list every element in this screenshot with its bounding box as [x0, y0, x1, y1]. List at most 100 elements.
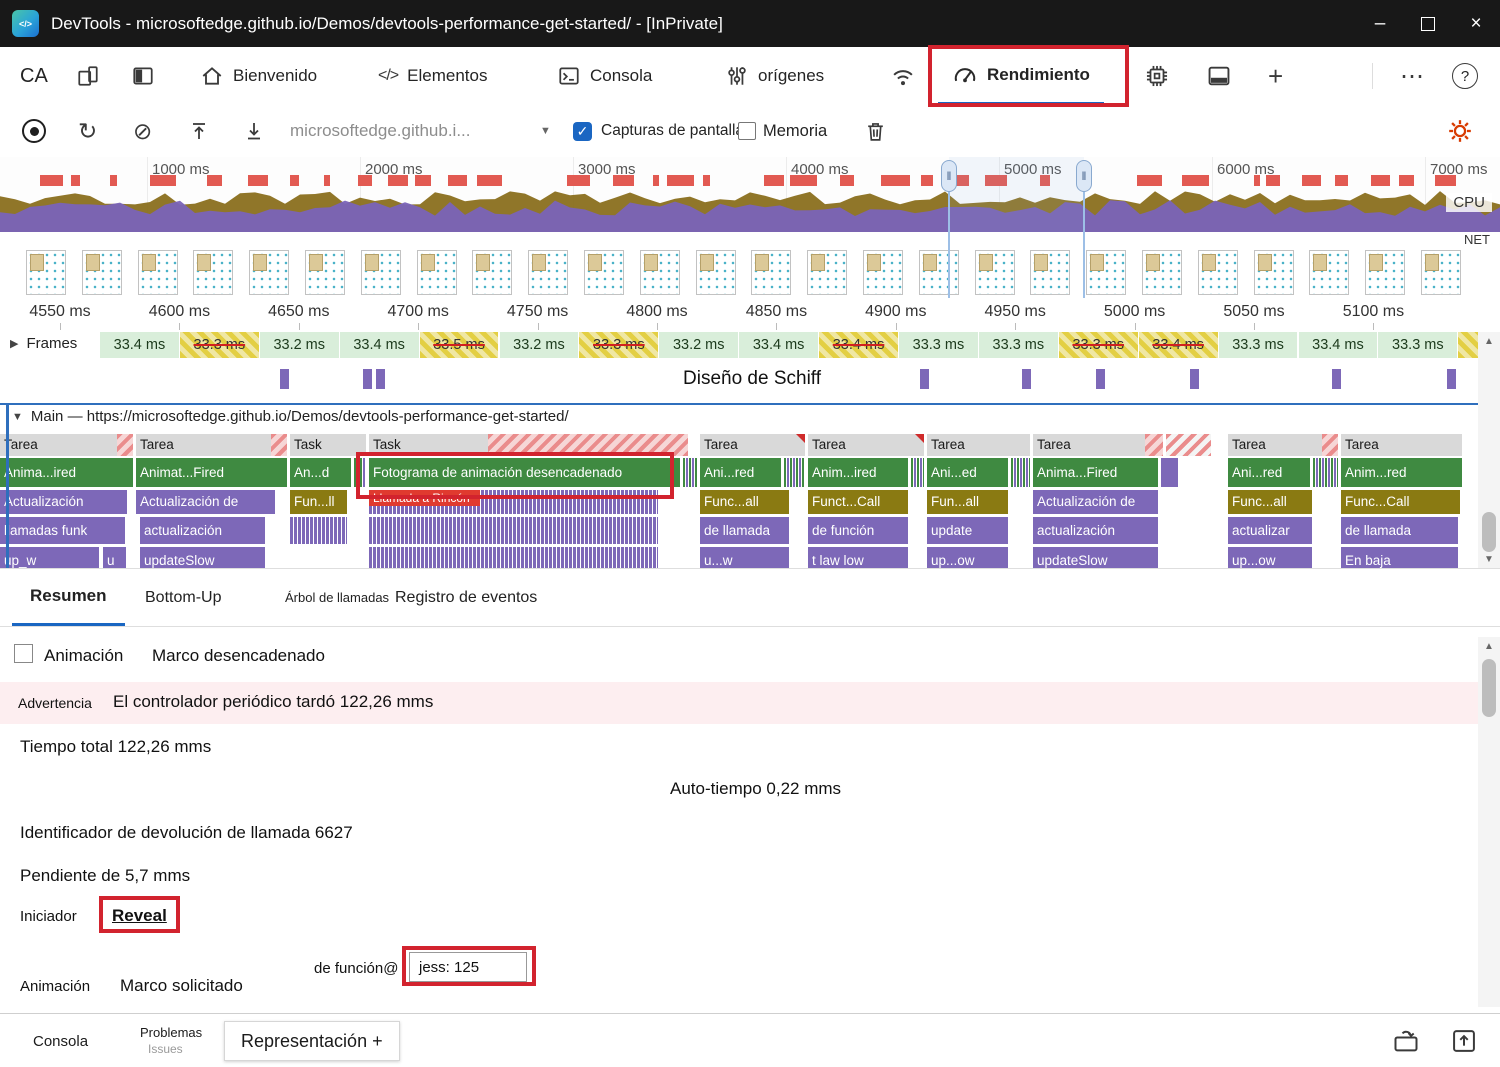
flame-bar[interactable]: Fun...all — [927, 490, 1009, 514]
layout-shift-marker[interactable] — [376, 369, 385, 389]
screenshot-thumbnail[interactable] — [639, 250, 680, 295]
layout-shift-marker[interactable] — [1190, 369, 1199, 389]
garbage-collect-button[interactable] — [864, 105, 887, 157]
frame-cell[interactable]: 33.2 ms — [499, 332, 579, 358]
flame-bar[interactable]: Actualización de — [1033, 490, 1159, 514]
frame-cell[interactable]: 33.5 ms — [419, 332, 499, 358]
frame-cell[interactable]: 33.4 ms — [1298, 332, 1378, 358]
frame-cell[interactable]: 33.3 ms — [579, 332, 659, 358]
screenshot-thumbnail[interactable] — [137, 250, 178, 295]
flame-bar[interactable]: Func...Call — [1341, 490, 1461, 514]
capture-settings-button[interactable] — [1446, 105, 1474, 157]
flame-bar[interactable]: An...d — [290, 458, 352, 487]
screenshots-checkbox[interactable]: ✓ — [573, 105, 592, 157]
screenshot-thumbnail[interactable] — [1030, 250, 1071, 295]
timeline-overview[interactable]: 1000 ms 2000 ms 3000 ms 4000 ms 5000 ms 6000 … — [0, 157, 1500, 233]
flame-bar[interactable]: Func...all — [700, 490, 790, 514]
chip-panel-button[interactable] — [1144, 47, 1170, 105]
screenshot-thumbnail[interactable] — [249, 250, 290, 295]
frame-cell[interactable] — [1458, 332, 1478, 358]
memory-label[interactable]: Memoria — [763, 105, 827, 157]
profile-select[interactable]: microsoftedge.github.i... — [290, 105, 470, 157]
screenshot-thumbnail[interactable] — [807, 250, 848, 295]
flame-bar[interactable]: Ani...red — [700, 458, 782, 487]
range-handle-right[interactable]: ‖ — [1076, 160, 1092, 192]
flame-bar[interactable]: En baja — [1341, 547, 1459, 568]
drawer-tab-representacion[interactable]: Representación + — [224, 1021, 400, 1061]
flame-bar[interactable]: Anim...red — [1341, 458, 1463, 487]
flame-bar[interactable] — [1011, 458, 1031, 487]
tab-elementos[interactable]: </> Elementos — [378, 47, 487, 105]
flame-bar[interactable]: Task — [369, 434, 689, 456]
flame-bar[interactable] — [911, 458, 925, 487]
screenshot-thumbnail[interactable] — [974, 250, 1015, 295]
flame-bar[interactable]: u...w — [700, 547, 790, 568]
selected-time-range[interactable] — [949, 157, 1084, 232]
flame-bar[interactable]: actualización — [140, 517, 266, 544]
reveal-link[interactable]: Reveal — [112, 906, 167, 926]
flame-bar[interactable]: Ani...ed — [927, 458, 1009, 487]
device-emulation-button[interactable] — [76, 47, 100, 105]
add-tab-button[interactable]: + — [1268, 47, 1283, 105]
flame-bar[interactable]: Ani...red — [1228, 458, 1311, 487]
screenshot-thumbnail[interactable] — [1197, 250, 1238, 295]
minimize-button[interactable]: – — [1356, 0, 1404, 47]
drawer-tab-consola[interactable]: Consola — [33, 1033, 88, 1050]
help-button[interactable]: ? — [1452, 47, 1478, 105]
close-button[interactable]: × — [1452, 0, 1500, 47]
scroll-up-icon[interactable]: ▲ — [1478, 637, 1500, 655]
dock-side-button[interactable] — [131, 47, 155, 105]
flame-bar[interactable]: up...ow — [927, 547, 1009, 568]
range-handle-left[interactable]: ‖ — [941, 160, 957, 192]
frame-cell[interactable]: 33.4 ms — [739, 332, 819, 358]
screenshot-thumbnail[interactable] — [528, 250, 569, 295]
flame-bar[interactable]: Tarea — [0, 434, 134, 456]
flame-bar[interactable]: update — [927, 517, 1009, 544]
frame-cell[interactable]: 33.2 ms — [259, 332, 339, 358]
frame-cell[interactable]: 33.3 ms — [179, 332, 259, 358]
frames-track-header[interactable]: ▶ Frames — [10, 335, 77, 352]
flame-bar[interactable] — [683, 458, 698, 487]
layout-shift-marker[interactable] — [1096, 369, 1105, 389]
frame-cell[interactable]: 33.3 ms — [978, 332, 1058, 358]
screenshot-thumbnail[interactable] — [918, 250, 959, 295]
flame-bar[interactable] — [1313, 458, 1339, 487]
flame-bar[interactable] — [1166, 434, 1212, 456]
layout-shift-marker[interactable] — [920, 369, 929, 389]
frame-cell[interactable]: 33.3 ms — [899, 332, 978, 358]
tab-arbol-llamadas[interactable]: Árbol de llamadas — [285, 569, 389, 626]
dock-console-button[interactable] — [1392, 1027, 1420, 1055]
record-button[interactable] — [22, 105, 46, 157]
flame-bar[interactable]: u — [103, 547, 127, 568]
flame-bar[interactable]: Actualización de — [136, 490, 276, 514]
scrollbar-thumb[interactable] — [1482, 659, 1496, 717]
screenshot-thumbnail[interactable] — [26, 250, 66, 295]
layout-shift-marker[interactable] — [363, 369, 372, 389]
screenshot-thumbnail[interactable] — [1421, 250, 1461, 295]
frame-cell[interactable]: 33.3 ms — [1058, 332, 1138, 358]
flame-bar[interactable]: Animat...Fired — [136, 458, 288, 487]
flame-bar[interactable]: de llamada — [700, 517, 790, 544]
reload-and-record-button[interactable]: ↻ — [78, 105, 97, 157]
flame-bar[interactable]: Tarea — [927, 434, 1031, 456]
flame-bar[interactable]: actualizar — [1228, 517, 1313, 544]
tab-bottom-up[interactable]: Bottom-Up — [145, 569, 221, 626]
frame-cell[interactable]: 33.4 ms — [339, 332, 419, 358]
flame-bar[interactable]: Tarea — [136, 434, 288, 456]
drawer-tab-issues[interactable]: Issues — [148, 1042, 183, 1056]
screenshot-thumbnail[interactable] — [751, 250, 792, 295]
flame-bar[interactable]: actualización — [1033, 517, 1159, 544]
screenshot-thumbnail[interactable] — [416, 250, 457, 295]
scrollbar-thumb[interactable] — [1482, 512, 1496, 552]
flame-bar[interactable]: updateSlow — [140, 547, 266, 568]
download-profile-button[interactable] — [243, 105, 265, 157]
screenshot-thumbnail[interactable] — [1365, 250, 1406, 295]
frame-cell[interactable]: 33.2 ms — [659, 332, 739, 358]
flame-bar[interactable]: Tarea — [700, 434, 806, 456]
frame-cell[interactable]: 33.3 ms — [1218, 332, 1298, 358]
flame-bar[interactable]: Anim...ired — [808, 458, 909, 487]
flame-bar[interactable] — [784, 458, 806, 487]
flame-bar[interactable] — [1161, 458, 1179, 487]
screenshot-thumbnail[interactable] — [584, 250, 624, 295]
flame-bar[interactable] — [354, 458, 367, 487]
